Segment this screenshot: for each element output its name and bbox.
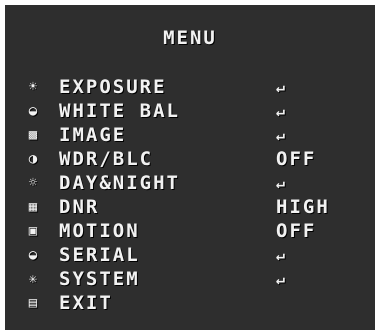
menu-item-system[interactable]: ✳ SYSTEM ↵ <box>23 267 368 291</box>
palette-icon: ◒ <box>28 103 40 119</box>
menu-list: ☀ EXPOSURE ↵ ◒ WHITE BAL ↵ ▩ IMAGE ↵ ◑ W… <box>23 75 368 315</box>
menu-title: MENU <box>163 27 217 49</box>
menu-item-value: HIGH <box>276 196 330 218</box>
menu-item-label: DAY&NIGHT <box>59 172 180 194</box>
enter-icon: ↵ <box>276 270 286 288</box>
menu-item-serial[interactable]: ◒ SERIAL ↵ <box>23 243 368 267</box>
menu-item-motion[interactable]: ▣ MOTION OFF <box>23 219 368 243</box>
menu-item-day-night[interactable]: ☼ DAY&NIGHT ↵ <box>23 171 368 195</box>
menu-item-label: DNR <box>59 196 100 218</box>
menu-item-white-bal[interactable]: ◒ WHITE BAL ↵ <box>23 99 368 123</box>
menu-item-label: EXPOSURE <box>59 76 167 98</box>
menu-item-label: WHITE BAL <box>59 100 180 122</box>
enter-icon: ↵ <box>276 126 286 144</box>
enter-icon: ↵ <box>276 102 286 120</box>
menu-item-label: SERIAL <box>59 244 140 266</box>
sun-icon: ☀ <box>28 79 40 95</box>
menu-item-dnr[interactable]: ▦ DNR HIGH <box>23 195 368 219</box>
menu-item-value: OFF <box>276 148 317 170</box>
menu-item-image[interactable]: ▩ IMAGE ↵ <box>23 123 368 147</box>
motion-icon: ▣ <box>28 223 40 239</box>
day-night-icon: ☼ <box>28 175 40 191</box>
system-icon: ✳ <box>28 271 40 287</box>
menu-item-label: IMAGE <box>59 124 127 146</box>
enter-icon: ↵ <box>276 78 286 96</box>
menu-item-label: MOTION <box>59 220 140 242</box>
noise-icon: ▦ <box>28 199 40 215</box>
osd-menu-panel: MENU ☀ EXPOSURE ↵ ◒ WHITE BAL ↵ ▩ IMAGE … <box>5 5 375 330</box>
half-circle-icon: ◑ <box>28 151 40 167</box>
menu-item-exit[interactable]: ▤ EXIT <box>23 291 368 315</box>
menu-item-label: EXIT <box>59 292 113 314</box>
picture-icon: ▩ <box>28 127 40 143</box>
exit-icon: ▤ <box>28 295 40 311</box>
menu-item-exposure[interactable]: ☀ EXPOSURE ↵ <box>23 75 368 99</box>
menu-item-label: WDR/BLC <box>59 148 154 170</box>
menu-item-label: SYSTEM <box>59 268 140 290</box>
enter-icon: ↵ <box>276 174 286 192</box>
menu-item-wdr-blc[interactable]: ◑ WDR/BLC OFF <box>23 147 368 171</box>
serial-icon: ◒ <box>28 247 40 263</box>
enter-icon: ↵ <box>276 246 286 264</box>
menu-item-value: OFF <box>276 220 317 242</box>
